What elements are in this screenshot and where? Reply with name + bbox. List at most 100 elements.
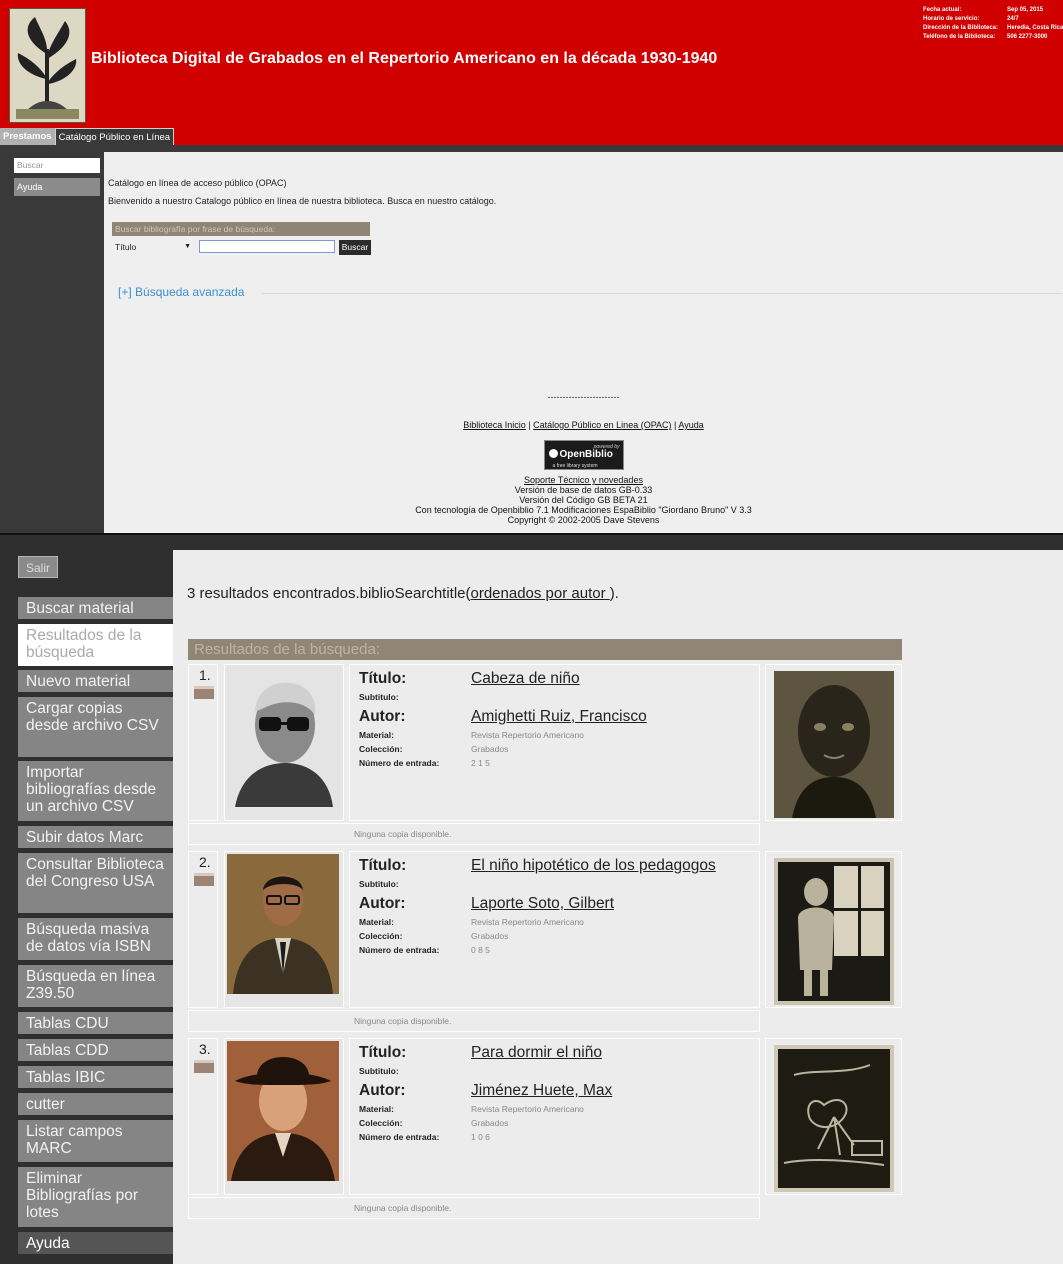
engraving-thumbnail[interactable] [765,851,902,1008]
author-label: Autor: [359,708,406,725]
site-title: Biblioteca Digital de Grabados en el Rep… [91,50,718,67]
result-title-link[interactable]: Para dormir el niño [471,1044,602,1062]
search-form: Buscar bibliografía por frase de búsqued… [112,222,371,259]
opac-screenshot: Biblioteca Digital de Grabados en el Rep… [0,0,1063,535]
result-row: 2. Título: El niño hipotético de los ped… [188,851,902,1038]
library-info: Fecha actual: Sep 05, 2015 Horario de ser… [923,6,1063,42]
result-number-cell: 1. [188,664,218,821]
title-label: Título: [359,670,407,687]
sort-by-author-link[interactable]: ordenados por autor [471,585,610,602]
logout-button[interactable]: Salir [18,556,58,578]
entry-value: 0 8 5 [471,945,490,955]
engraving-thumbnail[interactable] [765,1038,902,1195]
subtitle-label: Subtitulo: [359,879,399,889]
nav-import-bibliographies-csv[interactable]: Importar bibliografías desde un archivo … [18,761,173,821]
search-input[interactable] [199,240,335,253]
info-value: Heredia, Costa Rica [1007,25,1063,31]
subtitle-label: Subtitulo: [359,692,399,702]
welcome-text: Bienvenido a nuestro Catalogo público en… [108,196,497,206]
nav-load-copies-csv[interactable]: Cargar copias desde archivo CSV [18,697,173,757]
sidebar-search-input[interactable]: Buscar [14,158,100,173]
result-author-link[interactable]: Jiménez Huete, Max [471,1082,612,1100]
material-label: Material: [359,730,394,740]
openbiblio-badge[interactable]: powered by OpenBiblio a free library sys… [543,440,624,470]
sidebar-item-help[interactable]: Ayuda [14,178,100,196]
footer: ------------------------ Biblioteca Inic… [104,392,1063,525]
advanced-search-toggle[interactable]: [+] Búsqueda avanzada [118,285,244,299]
nav-help[interactable]: Ayuda [18,1232,173,1254]
author-photo [224,1038,344,1195]
engraving-thumbnail[interactable] [765,664,902,821]
footer-link-home[interactable]: Biblioteca Inicio [463,420,526,430]
results-screenshot: Salir Buscar material Resultados de la b… [0,535,1063,1264]
result-title-link[interactable]: Cabeza de niño [471,670,580,688]
result-author-link[interactable]: Amighetti Ruiz, Francisco [471,708,647,726]
entry-value: 2 1 5 [471,758,490,768]
nav-cdd-tables[interactable]: Tablas CDD [18,1039,173,1061]
entry-value: 1 0 6 [471,1132,490,1142]
catalog-sidebar: Salir Buscar material Resultados de la b… [0,550,173,1264]
footer-separator: ------------------------ [547,392,620,402]
support-link[interactable]: Soporte Técnico y novedades [524,475,643,485]
search-button[interactable]: Buscar [339,240,371,255]
book-icon [194,873,214,886]
nav-z3950-search[interactable]: Búsqueda en línea Z39.50 [18,965,173,1007]
info-label: Horario de servicio: [923,16,980,22]
title-label: Título: [359,1044,407,1061]
top-strip [0,535,1063,550]
main-tabs: Prestamos Catálogo Público en Línea [0,128,175,145]
search-field-select[interactable]: Título ▼ [115,240,195,254]
collection-label: Colección: [359,744,403,754]
tab-opac[interactable]: Catálogo Público en Línea [54,128,175,145]
search-form-title: Buscar bibliografía por frase de búsqued… [112,222,370,236]
tab-loans[interactable]: Prestamos [0,128,55,145]
nav-ibic-tables[interactable]: Tablas IBIC [18,1066,173,1088]
result-info: Título: Para dormir el niño Subtitulo: A… [349,1038,760,1195]
nav-new-material[interactable]: Nuevo material [18,670,173,692]
search-field-value: Título [115,242,137,252]
nav-search-results[interactable]: Resultados de la búsqueda [18,624,173,666]
footer-link-help[interactable]: Ayuda [678,420,703,430]
book-icon [194,1060,214,1073]
material-value: Revista Repertorio Americano [471,730,584,740]
search-form-body: Título ▼ Buscar [112,236,371,259]
opac-main: Catálogo en línea de acceso público (OPA… [104,152,1063,535]
author-label: Autor: [359,1082,406,1099]
nav-isbn-bulk-search[interactable]: Búsqueda masiva de datos vía ISBN [18,918,173,960]
nav-search-material[interactable]: Buscar material [18,597,173,619]
footer-links: Biblioteca Inicio | Catálogo Público en … [463,420,704,430]
summary-text: 3 resultados encontrados.biblioSearchtit… [187,585,471,602]
book-icon [194,686,214,699]
material-label: Material: [359,917,394,927]
info-label: Dirección de la Biblioteca: [923,25,999,31]
subtitle-label: Subtitulo: [359,1066,399,1076]
entry-label: Número de entrada: [359,1132,440,1142]
author-photo [224,664,344,821]
material-value: Revista Repertorio Americano [471,1104,584,1114]
library-logo [9,8,86,123]
openbiblio-icon [548,449,558,458]
tab-bar-divider [0,145,1063,152]
entry-label: Número de entrada: [359,945,440,955]
nav-cutter[interactable]: cutter [18,1093,173,1115]
nav-delete-bibliographies[interactable]: Eliminar Bibliografías por lotes [18,1167,173,1227]
nav-upload-marc[interactable]: Subir datos Marc [18,826,173,848]
nav-cdu-tables[interactable]: Tablas CDU [18,1012,173,1034]
results-header: Resultados de la búsqueda: [188,639,902,660]
results-summary: 3 resultados encontrados.biblioSearchtit… [187,585,619,602]
info-value: Sep 05, 2015 [1007,7,1044,13]
footer-link-opac[interactable]: Catálogo Público en Linea (OPAC) [533,420,671,430]
tech-credit: Con tecnología de Openbiblio 7.1 Modific… [415,505,752,515]
result-author-link[interactable]: Laporte Soto, Gilbert [471,895,614,913]
nav-list-marc-fields[interactable]: Listar campos MARC [18,1120,173,1162]
nav-library-of-congress[interactable]: Consultar Biblioteca del Congreso USA [18,853,173,913]
result-title-link[interactable]: El niño hipotético de los pedagogos [471,857,716,875]
info-value: 506 2277-3000 [1007,34,1048,40]
collection-value: Grabados [471,1118,509,1128]
copies-status: Ninguna copia disponible. [188,823,760,845]
entry-label: Número de entrada: [359,758,440,768]
badge-name-row: OpenBiblio [548,449,613,460]
info-value: 24/7 [1007,16,1019,22]
results-main: 3 resultados encontrados.biblioSearchtit… [173,550,1063,1264]
result-row: 1. Título: Cabeza de niño Subtitulo: Aut… [188,664,902,851]
